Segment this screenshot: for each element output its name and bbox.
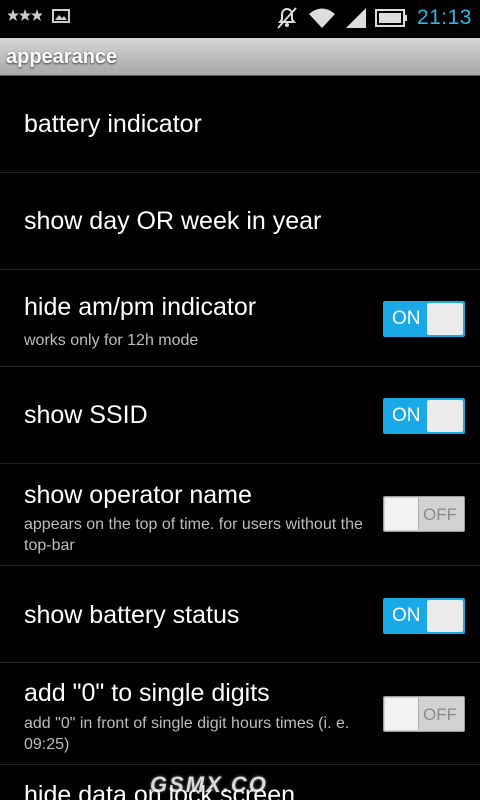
toggle-state-label: OFF	[423, 705, 457, 724]
show-battery-status-toggle[interactable]: ON	[383, 598, 465, 634]
watermark-logo: GSMX.CO	[150, 772, 268, 797]
page-title: appearance	[6, 46, 118, 68]
setting-show-operator-name[interactable]: show operator name appears on the top of…	[0, 464, 480, 566]
toggle-knob	[385, 498, 419, 530]
toggle-knob	[385, 698, 419, 730]
status-time: 21:13	[416, 6, 472, 29]
signal-icon	[345, 6, 367, 30]
toggle-knob	[427, 303, 463, 335]
setting-label: show operator name	[24, 481, 252, 509]
show-operator-toggle[interactable]: OFF	[383, 496, 465, 532]
toggle-knob	[427, 400, 463, 432]
setting-description: add "0" in front of single digit hours t…	[24, 715, 350, 753]
toggle-state-label: ON	[392, 308, 421, 329]
setting-description: works only for 12h mode	[24, 332, 199, 349]
setting-label: battery indicator	[24, 110, 202, 138]
title-bar: appearance	[0, 38, 480, 76]
image-notification-icon	[52, 8, 70, 24]
setting-label: show day OR week in year	[24, 207, 322, 235]
battery-icon	[374, 8, 409, 28]
wifi-icon	[307, 6, 337, 30]
muted-bell-icon	[275, 6, 299, 30]
toggle-state-label: OFF	[423, 505, 457, 524]
toggle-state-label: ON	[392, 405, 421, 426]
setting-show-day-or-week[interactable]: show day OR week in year	[0, 173, 480, 270]
setting-add-zero-digits[interactable]: add "0" to single digits add "0" in fron…	[0, 663, 480, 765]
add-zero-toggle[interactable]: OFF	[383, 696, 465, 732]
setting-label: show SSID	[24, 401, 148, 429]
setting-description: appears on the top of time. for users wi…	[24, 516, 363, 554]
setting-show-ssid[interactable]: show SSID ON	[0, 367, 480, 464]
toggle-state-label: ON	[392, 605, 421, 626]
setting-label: hide am/pm indicator	[24, 293, 257, 321]
setting-label: add "0" to single digits	[24, 679, 270, 707]
setting-hide-ampm[interactable]: hide am/pm indicator works only for 12h …	[0, 270, 480, 367]
toggle-knob	[427, 600, 463, 632]
stars-notification-icon	[8, 8, 42, 24]
show-ssid-toggle[interactable]: ON	[383, 398, 465, 434]
hide-ampm-toggle[interactable]: ON	[383, 301, 465, 337]
setting-label: show battery status	[24, 601, 240, 629]
status-bar: 21:13	[0, 0, 480, 38]
settings-list: battery indicator show day OR week in ye…	[0, 76, 480, 800]
setting-show-battery-status[interactable]: show battery status ON	[0, 566, 480, 663]
setting-battery-indicator[interactable]: battery indicator	[0, 76, 480, 173]
